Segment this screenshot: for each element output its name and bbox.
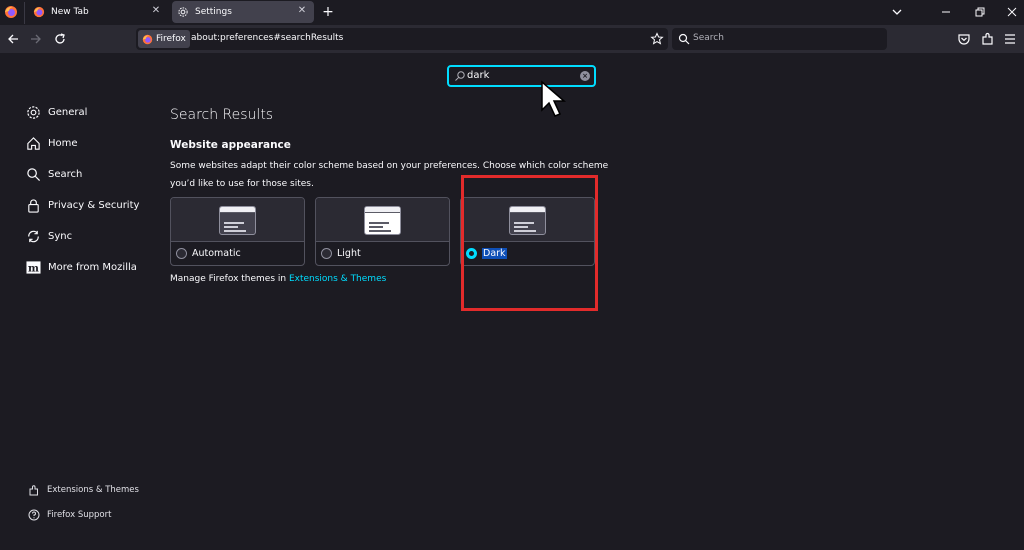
radio-row: Light [321, 248, 361, 259]
restore-icon [975, 7, 985, 17]
sidebar-item-more-from-mozilla[interactable]: m More from Mozilla [26, 260, 137, 275]
bookmark-star-icon[interactable] [650, 32, 664, 46]
close-window-button[interactable] [1001, 3, 1023, 21]
extensions-icon[interactable] [980, 31, 996, 47]
home-icon [27, 137, 40, 150]
radio-automatic[interactable] [176, 248, 187, 259]
search-icon [27, 168, 41, 182]
sync-icon [28, 230, 39, 243]
lock-icon [28, 199, 39, 213]
extension-icon [29, 485, 38, 496]
choice-label: Light [337, 248, 361, 259]
sidebar-item-label: Privacy & Security [48, 200, 140, 211]
footer-label: Firefox Support [47, 510, 112, 520]
gear-icon [27, 106, 40, 119]
sidebar-item-sync[interactable]: Sync [26, 229, 72, 244]
sidebar-item-label: General [48, 107, 88, 118]
identity-label: Firefox [156, 34, 186, 44]
theme-preview [316, 198, 449, 242]
sidebar-item-label: Search [48, 169, 83, 180]
search-placeholder: Search [693, 33, 724, 43]
tab-bar: New Tab ✕ Settings ✕ + [0, 0, 1024, 25]
sidebar-item-general[interactable]: General [26, 105, 87, 120]
minimize-button[interactable] [935, 3, 957, 21]
search-icon [678, 33, 690, 45]
preview-thumbnail [219, 206, 256, 235]
tab-label: New Tab [51, 7, 89, 17]
url-text[interactable]: about:preferences#searchResults [191, 33, 343, 43]
manage-themes-text: Manage Firefox themes in Extensions & Th… [170, 274, 386, 284]
radio-light[interactable] [321, 248, 332, 259]
svg-text:m: m [28, 262, 39, 274]
reload-button[interactable] [52, 31, 68, 47]
firefox-logo-icon[interactable] [4, 5, 18, 19]
sidebar-item-label: Sync [48, 231, 73, 242]
sidebar-footer-extensions[interactable]: Extensions & Themes [28, 484, 139, 496]
menu-hamburger-icon[interactable] [1002, 31, 1018, 47]
search-icon [455, 71, 465, 81]
tab-settings[interactable]: Settings ✕ [172, 1, 314, 23]
close-tab-icon[interactable]: ✕ [296, 5, 308, 17]
tab-label: Settings [195, 7, 232, 17]
settings-search-input[interactable]: dark × [447, 65, 596, 87]
gear-icon [178, 7, 188, 17]
search-value: dark [467, 70, 490, 81]
forward-arrow-icon [31, 34, 41, 44]
sidebar-item-home[interactable]: Home [26, 136, 78, 151]
restore-button[interactable] [969, 3, 991, 21]
firefox-logo-icon [142, 34, 153, 44]
radio-row: Automatic [176, 248, 241, 259]
web-search-input[interactable]: Search [672, 28, 887, 50]
help-icon [28, 509, 40, 521]
url-bar[interactable]: Firefox about:preferences#searchResults [136, 28, 668, 50]
sidebar-item-label: More from Mozilla [48, 262, 137, 273]
choice-label: Automatic [192, 248, 241, 259]
list-all-tabs-icon[interactable] [890, 5, 904, 19]
extensions-themes-link[interactable]: Extensions & Themes [289, 274, 386, 284]
tab-new-tab[interactable]: New Tab ✕ [28, 1, 168, 23]
pocket-icon[interactable] [956, 31, 972, 47]
reload-icon [55, 33, 65, 44]
identity-box[interactable]: Firefox [138, 30, 190, 48]
sidebar-item-label: Home [48, 138, 78, 149]
appearance-choice-automatic[interactable]: Automatic [170, 197, 305, 266]
back-arrow-icon [8, 34, 18, 44]
tab-separator [24, 2, 25, 24]
page-title: Search Results [170, 107, 274, 123]
sidebar-footer-support[interactable]: Firefox Support [28, 509, 111, 521]
sidebar-item-privacy[interactable]: Privacy & Security [26, 198, 139, 213]
annotation-highlight-box [461, 175, 598, 311]
forward-button[interactable] [28, 31, 44, 47]
sidebar-item-search[interactable]: Search [26, 167, 82, 182]
navigation-toolbar: Firefox about:preferences#searchResults … [0, 25, 1024, 53]
preferences-page: dark × General Home Search Privacy & Sec… [0, 53, 1024, 550]
mouse-pointer-icon [541, 80, 567, 117]
theme-preview [171, 198, 304, 242]
footer-label: Extensions & Themes [47, 485, 139, 495]
preview-thumbnail [364, 206, 401, 235]
manage-prefix: Manage Firefox themes in [170, 274, 289, 284]
clear-search-icon[interactable]: × [580, 71, 590, 81]
new-tab-button[interactable]: + [320, 4, 336, 20]
mozilla-icon: m [26, 261, 41, 274]
firefox-logo-icon [33, 6, 45, 18]
section-title: Website appearance [170, 139, 291, 151]
minimize-icon [942, 11, 950, 13]
close-icon [1007, 7, 1017, 17]
back-button[interactable] [5, 31, 21, 47]
close-tab-icon[interactable]: ✕ [150, 5, 162, 17]
appearance-choice-light[interactable]: Light [315, 197, 450, 266]
